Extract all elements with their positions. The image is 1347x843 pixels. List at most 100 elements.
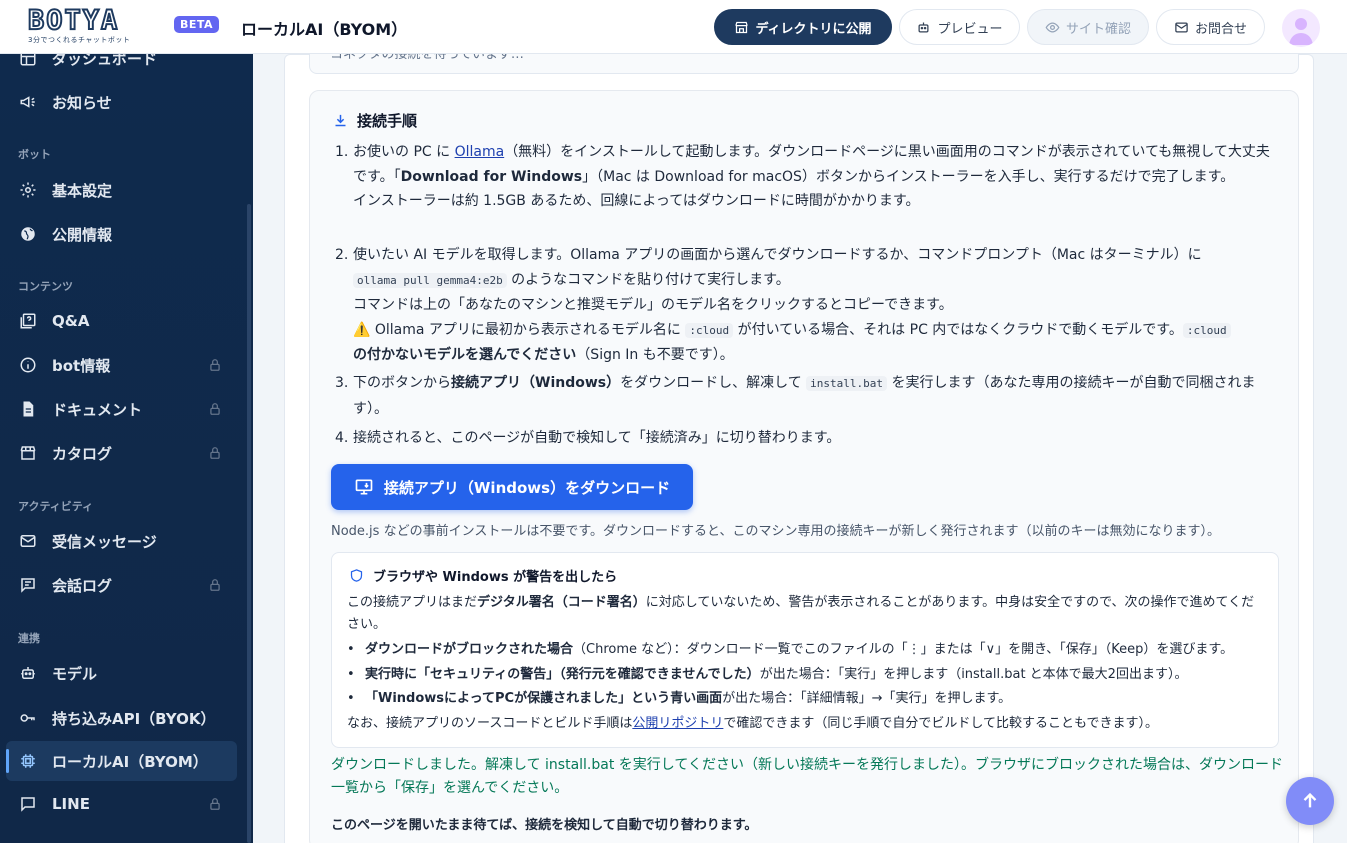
public-repository-link[interactable]: 公開リポジトリ [632,716,723,731]
sidebar-item-public-info[interactable]: 公開情報 [6,214,237,254]
sidebar-item-label: 会話ログ [52,576,113,595]
step-2-code-cloud-2: :cloud [1182,322,1231,338]
warning-intro-bold: デジタル署名（コード署名） [477,595,646,610]
sidebar-item-label: 公開情報 [52,225,113,244]
preview-button[interactable]: プレビュー [899,9,1020,45]
logo-text: BOTYA [27,5,120,36]
warning-footer-a: なお、接続アプリのソースコードとビルド手順は [347,716,633,731]
publish-directory-label: ディレクトリに公開 [755,21,872,37]
sidebar-section-content: コンテンツ [18,280,73,293]
document-icon [18,399,38,419]
sidebar-item-label: 持ち込みAPI（BYOK） [52,709,216,728]
sidebar-item-label: ローカルAI（BYOM） [52,752,208,771]
sidebar-item-model[interactable]: モデル [6,653,237,693]
sidebar-scrollbar[interactable] [247,204,251,843]
lock-icon [210,798,220,810]
app-header: BOTYA 3分でつくれるチャットボット BETA ローカルAI（BYOM） デ… [0,0,1347,54]
warning-title-label: ブラウザや Windows が警告を出したら [373,570,618,585]
sidebar: ダッシュボード お知らせ ボット 基本設定 公開情報 コンテンツ Q&A bot… [0,54,253,843]
sidebar-item-label: ドキュメント [52,400,143,419]
warning-icon: ⚠️ [353,321,371,338]
gear-icon [18,180,38,200]
sidebar-item-label: モデル [52,664,98,683]
connector-status-text: コネクタの接続を待っています… [330,54,524,62]
scroll-to-top-button[interactable] [1286,777,1334,825]
sidebar-item-catalog[interactable]: カタログ [6,433,237,473]
warning-li2-text: が出た場合：「実行」を押します（install.bat と本体で最大2回出ます）… [759,667,1188,682]
step-2-text-c: コマンドは上の「あなたのマシンと推奨モデル」のモデル名をクリックするとコピーでき… [353,297,953,313]
mail-icon [1175,22,1188,32]
sidebar-item-label: カタログ [52,444,113,463]
sidebar-item-label: 基本設定 [52,181,113,200]
shield-icon [350,569,363,582]
sidebar-item-byok[interactable]: 持ち込みAPI（BYOK） [6,698,237,738]
warning-intro: この接続アプリはまだデジタル署名（コード署名）に対応していないため、警告が表示さ… [347,592,1267,636]
step-2-code: ollama pull gemma4:e2b [353,272,507,288]
sidebar-section-activity: アクティビティ [18,500,94,513]
step-2-text-e: が付いている場合、それは PC 内ではなくクラウドで動くモデルです。 [733,321,1183,338]
sidebar-item-label: bot情報 [52,356,111,375]
step-3-text-b: をダウンロードし、解凍して [620,375,807,391]
connector-status-box: コネクタの接続を待っています… [309,54,1299,74]
step-1-text-d: インストーラーは約 1.5GB あるため、回線によってはダウンロードに時間がかか… [353,193,920,209]
wait-message: このページを開いたまま待てば、接続を検知して自動で切り替わります。 [331,818,758,833]
info-icon [18,355,38,375]
chip-icon [18,751,38,771]
step-2-text-d: Ollama アプリに最初から表示されるモデル名に [370,321,686,338]
chat-log-icon [18,575,38,595]
logo-tagline: 3分でつくれるチャットボット [28,36,131,44]
download-connector-button[interactable]: 接続アプリ（Windows）をダウンロード [331,464,693,510]
step-number: 1. [335,144,349,160]
connection-steps-title: 接続手順 [333,110,417,131]
beta-badge: BETA [174,16,220,33]
site-check-label: サイト確認 [1065,21,1131,37]
botya-logo[interactable]: BOTYA 3分でつくれるチャットボット [27,5,168,44]
sidebar-item-label: お知らせ [52,93,112,112]
sidebar-section-link: 連携 [18,632,40,645]
warning-intro-a: この接続アプリはまだ [347,595,478,610]
sidebar-item-document[interactable]: ドキュメント [6,389,237,429]
sidebar-item-local-ai[interactable]: ローカルAI（BYOM） [6,741,237,781]
site-check-button[interactable]: サイト確認 [1027,9,1149,45]
step-2-code-cloud: :cloud [685,322,734,338]
step-3-code: install.bat [806,376,888,391]
step-3: 3. 下のボタンから接続アプリ（Windows）をダウンロードし、解凍して in… [335,371,1280,421]
sidebar-item-bot-info[interactable]: bot情報 [6,345,237,385]
sidebar-item-basic-settings[interactable]: 基本設定 [6,170,237,210]
step-2: 2. 使いたい AI モデルを取得します。Ollama アプリの画面から選んでダ… [335,243,1280,368]
sidebar-item-dashboard[interactable]: ダッシュボード [6,54,237,78]
store-icon [735,21,749,33]
step-number: 2. [335,247,349,263]
preview-label: プレビュー [937,21,1003,37]
sidebar-item-label: Q&A [52,312,90,330]
step-2-bold: の付かないモデルを選んでください [353,347,577,363]
user-avatar[interactable] [1282,9,1320,47]
step-1-text-a: お使いの PC に [353,144,455,160]
sidebar-item-line[interactable]: LINE [6,784,237,824]
ollama-link[interactable]: Ollama [455,144,505,160]
sidebar-item-news[interactable]: お知らせ [6,82,237,122]
step-2-text-b: のようなコマンドを貼り付けて実行します。 [506,271,790,288]
steps-title-label: 接続手順 [357,112,418,130]
contact-button[interactable]: お問合せ [1156,9,1265,45]
lock-icon [210,447,220,459]
mail-icon [18,531,38,551]
warning-li3-text: が出た場合：「詳細情報」→「実行」を押します。 [722,691,1012,706]
sidebar-item-label: LINE [52,795,90,813]
sidebar-item-messages[interactable]: 受信メッセージ [6,521,237,561]
publish-directory-button[interactable]: ディレクトリに公開 [714,9,892,45]
user-avatar-icon [1289,18,1313,45]
warning-list-item: • 実行時に「セキュリティの警告」（発行元を確認できませんでした）が出た場合：「… [347,667,1188,682]
megaphone-icon [18,92,38,112]
step-number: 4. [335,430,349,446]
eye-icon [1045,21,1060,33]
sidebar-item-chat-log[interactable]: 会話ログ [6,565,237,605]
sidebar-item-qa[interactable]: Q&A [6,301,237,341]
step-3-bold: 接続アプリ（Windows） [451,375,621,391]
store-icon [18,443,38,463]
step-2-text-f: （Sign In も不要です）。 [576,347,734,363]
warning-footer: なお、接続アプリのソースコードとビルド手順は公開リポジトリで確認できます（同じ手… [347,713,1267,735]
bot-icon [18,663,38,683]
step-1: 1. お使いの PC に Ollama（無料）をインストールして起動します。ダウ… [335,140,1280,214]
globe-icon [18,224,38,244]
